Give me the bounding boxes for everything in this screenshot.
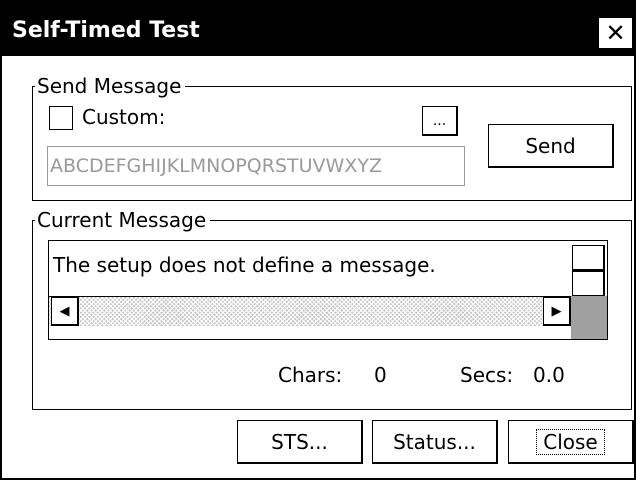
window-title: Self-Timed Test bbox=[12, 18, 200, 43]
chars-label: Chars: bbox=[278, 363, 343, 387]
custom-message-field[interactable] bbox=[47, 146, 465, 186]
current-message-group-label: Current Message bbox=[35, 209, 211, 231]
scroll-left-icon[interactable]: ◀ bbox=[51, 297, 79, 326]
horizontal-scrollbar[interactable]: ◀ ▶ bbox=[49, 296, 571, 326]
status-button-label: Status... bbox=[393, 429, 476, 454]
scroll-up-button[interactable] bbox=[572, 245, 605, 271]
custom-checkbox[interactable] bbox=[49, 106, 73, 130]
title-bar[interactable]: Self-Timed Test ✕ bbox=[2, 0, 636, 56]
close-button-label: Close bbox=[536, 428, 605, 455]
scroll-down-button[interactable] bbox=[572, 271, 605, 297]
browse-button-label: ... bbox=[432, 112, 447, 129]
self-timed-test-dialog: Self-Timed Test ✕ Send Message Custom: .… bbox=[0, 0, 636, 480]
chars-value: 0 bbox=[374, 363, 387, 387]
status-button[interactable]: Status... bbox=[372, 420, 498, 464]
send-button[interactable]: Send bbox=[488, 124, 614, 168]
current-message-box[interactable]: The setup does not define a message. ◀ ▶ bbox=[48, 240, 608, 340]
scrollbar-corner bbox=[571, 296, 607, 339]
sts-button[interactable]: STS... bbox=[237, 420, 363, 464]
send-message-group-label: Send Message bbox=[35, 75, 186, 97]
scroll-right-icon[interactable]: ▶ bbox=[543, 297, 571, 326]
current-message-group-tick bbox=[32, 220, 33, 230]
sts-button-label: STS... bbox=[271, 429, 328, 454]
send-button-label: Send bbox=[525, 133, 576, 158]
secs-value: 0.0 bbox=[533, 363, 565, 387]
browse-button[interactable]: ... bbox=[422, 106, 458, 136]
secs-label: Secs: bbox=[460, 363, 514, 387]
send-message-group-tick bbox=[32, 86, 33, 96]
close-icon[interactable]: ✕ bbox=[598, 17, 633, 49]
close-button[interactable]: Close bbox=[508, 420, 634, 464]
current-message-text: The setup does not define a message. bbox=[53, 253, 436, 277]
custom-label: Custom: bbox=[82, 105, 166, 129]
